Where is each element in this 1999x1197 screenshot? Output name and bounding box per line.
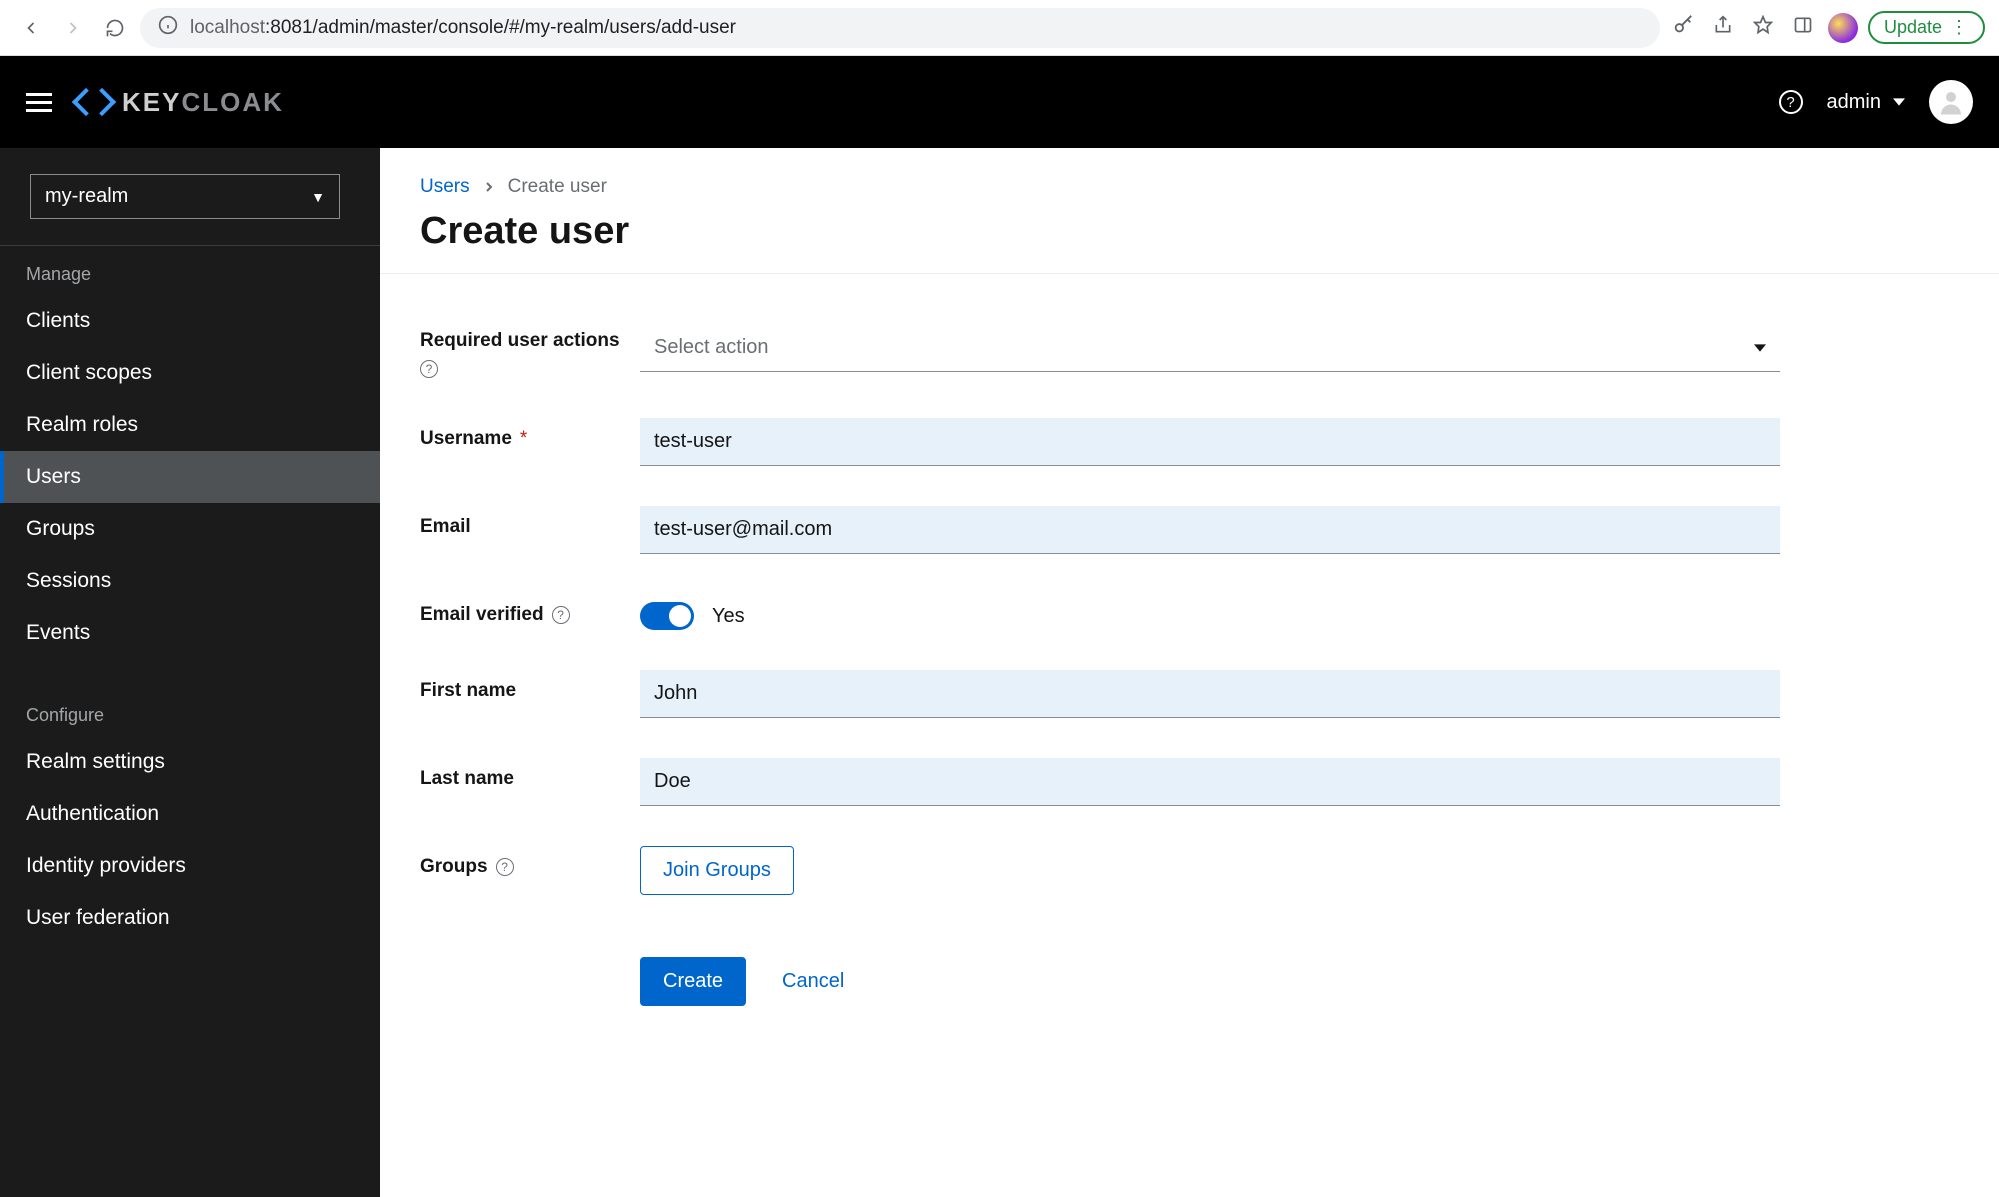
browser-reload-button[interactable]: [98, 11, 132, 45]
email-input[interactable]: [640, 506, 1780, 554]
join-groups-button[interactable]: Join Groups: [640, 846, 794, 895]
star-icon[interactable]: [1748, 15, 1778, 41]
key-icon[interactable]: [1668, 14, 1698, 42]
sidebar-item-sessions[interactable]: Sessions: [0, 555, 380, 607]
realm-selector-value: my-realm: [45, 185, 128, 208]
help-button[interactable]: ?: [1779, 90, 1803, 114]
user-avatar[interactable]: [1929, 80, 1973, 124]
chevron-right-icon: [484, 176, 494, 198]
question-icon: ?: [1786, 94, 1794, 111]
caret-down-icon: [1893, 96, 1905, 108]
cancel-button[interactable]: Cancel: [772, 957, 854, 1006]
sidebar-item-user-federation[interactable]: User federation: [0, 892, 380, 944]
label-email-verified: Email verified ?: [420, 594, 620, 626]
label-required-user-actions: Required user actions ?: [420, 324, 620, 378]
help-icon[interactable]: ?: [496, 858, 514, 876]
sidebar-item-realm-settings[interactable]: Realm settings: [0, 736, 380, 788]
breadcrumb: Users Create user: [420, 176, 1959, 198]
email-verified-value: Yes: [712, 605, 745, 628]
kebab-icon: ⋮: [1950, 17, 1969, 38]
page-title: Create user: [420, 210, 1959, 253]
toggle-thumb: [669, 605, 691, 627]
arrow-left-icon: [21, 18, 41, 38]
label-groups: Groups ?: [420, 846, 620, 878]
first-name-input[interactable]: [640, 670, 1780, 718]
sidebar: my-realm ▼ Manage Clients Client scopes …: [0, 148, 380, 1197]
share-icon[interactable]: [1708, 15, 1738, 41]
username-input[interactable]: [640, 418, 1780, 466]
chrome-profile-avatar[interactable]: [1828, 13, 1858, 43]
sidebar-item-events[interactable]: Events: [0, 607, 380, 659]
sidebar-item-users[interactable]: Users: [0, 451, 380, 503]
site-info-icon[interactable]: [158, 15, 178, 41]
keycloak-logo-text: KEYCLOAK: [122, 87, 284, 118]
label-last-name: Last name: [420, 758, 620, 790]
app-header: KEYCLOAK ? admin: [0, 56, 1999, 148]
label-username: Username*: [420, 418, 620, 450]
keycloak-logo[interactable]: KEYCLOAK: [76, 84, 284, 120]
browser-toolbar: localhost:8081/admin/master/console/#/my…: [0, 0, 1999, 56]
reload-icon: [105, 18, 125, 38]
help-icon[interactable]: ?: [552, 606, 570, 624]
sidebar-item-client-scopes[interactable]: Client scopes: [0, 347, 380, 399]
breadcrumb-link-users[interactable]: Users: [420, 176, 470, 198]
caret-down-icon: ▼: [311, 189, 325, 205]
nav-toggle-button[interactable]: [26, 93, 52, 112]
main-content: Users Create user Create user Required u…: [380, 148, 1999, 1197]
url-path: :8081/admin/master/console/#/my-realm/us…: [265, 17, 736, 38]
browser-back-button[interactable]: [14, 11, 48, 45]
url-host: localhost: [190, 17, 265, 38]
browser-update-button[interactable]: Update ⋮: [1868, 11, 1985, 44]
help-icon[interactable]: ?: [420, 360, 438, 378]
keycloak-logo-icon: [76, 84, 112, 120]
caret-down-icon: [1754, 342, 1766, 354]
required-user-actions-select[interactable]: Select action: [640, 324, 1780, 372]
user-menu[interactable]: admin: [1827, 91, 1905, 114]
sidebar-item-groups[interactable]: Groups: [0, 503, 380, 555]
select-placeholder: Select action: [654, 336, 769, 359]
avatar-icon: [1936, 87, 1966, 117]
label-first-name: First name: [420, 670, 620, 702]
sidebar-item-authentication[interactable]: Authentication: [0, 788, 380, 840]
email-verified-toggle[interactable]: [640, 602, 694, 630]
panel-icon[interactable]: [1788, 15, 1818, 41]
sidebar-item-identity-providers[interactable]: Identity providers: [0, 840, 380, 892]
create-button[interactable]: Create: [640, 957, 746, 1006]
url-text: localhost:8081/admin/master/console/#/my…: [190, 17, 736, 39]
label-email: Email: [420, 506, 620, 538]
breadcrumb-current: Create user: [508, 176, 607, 198]
divider: [380, 273, 1999, 274]
address-bar[interactable]: localhost:8081/admin/master/console/#/my…: [140, 8, 1660, 48]
sidebar-section-configure: Configure: [0, 687, 380, 736]
sidebar-section-manage: Manage: [0, 246, 380, 295]
realm-selector[interactable]: my-realm ▼: [30, 174, 340, 219]
update-label: Update: [1884, 17, 1942, 38]
browser-forward-button[interactable]: [56, 11, 90, 45]
create-user-form: Required user actions ? Select action Us…: [420, 324, 1780, 1006]
sidebar-item-realm-roles[interactable]: Realm roles: [0, 399, 380, 451]
arrow-right-icon: [63, 18, 83, 38]
sidebar-item-clients[interactable]: Clients: [0, 295, 380, 347]
last-name-input[interactable]: [640, 758, 1780, 806]
user-menu-label: admin: [1827, 91, 1881, 114]
